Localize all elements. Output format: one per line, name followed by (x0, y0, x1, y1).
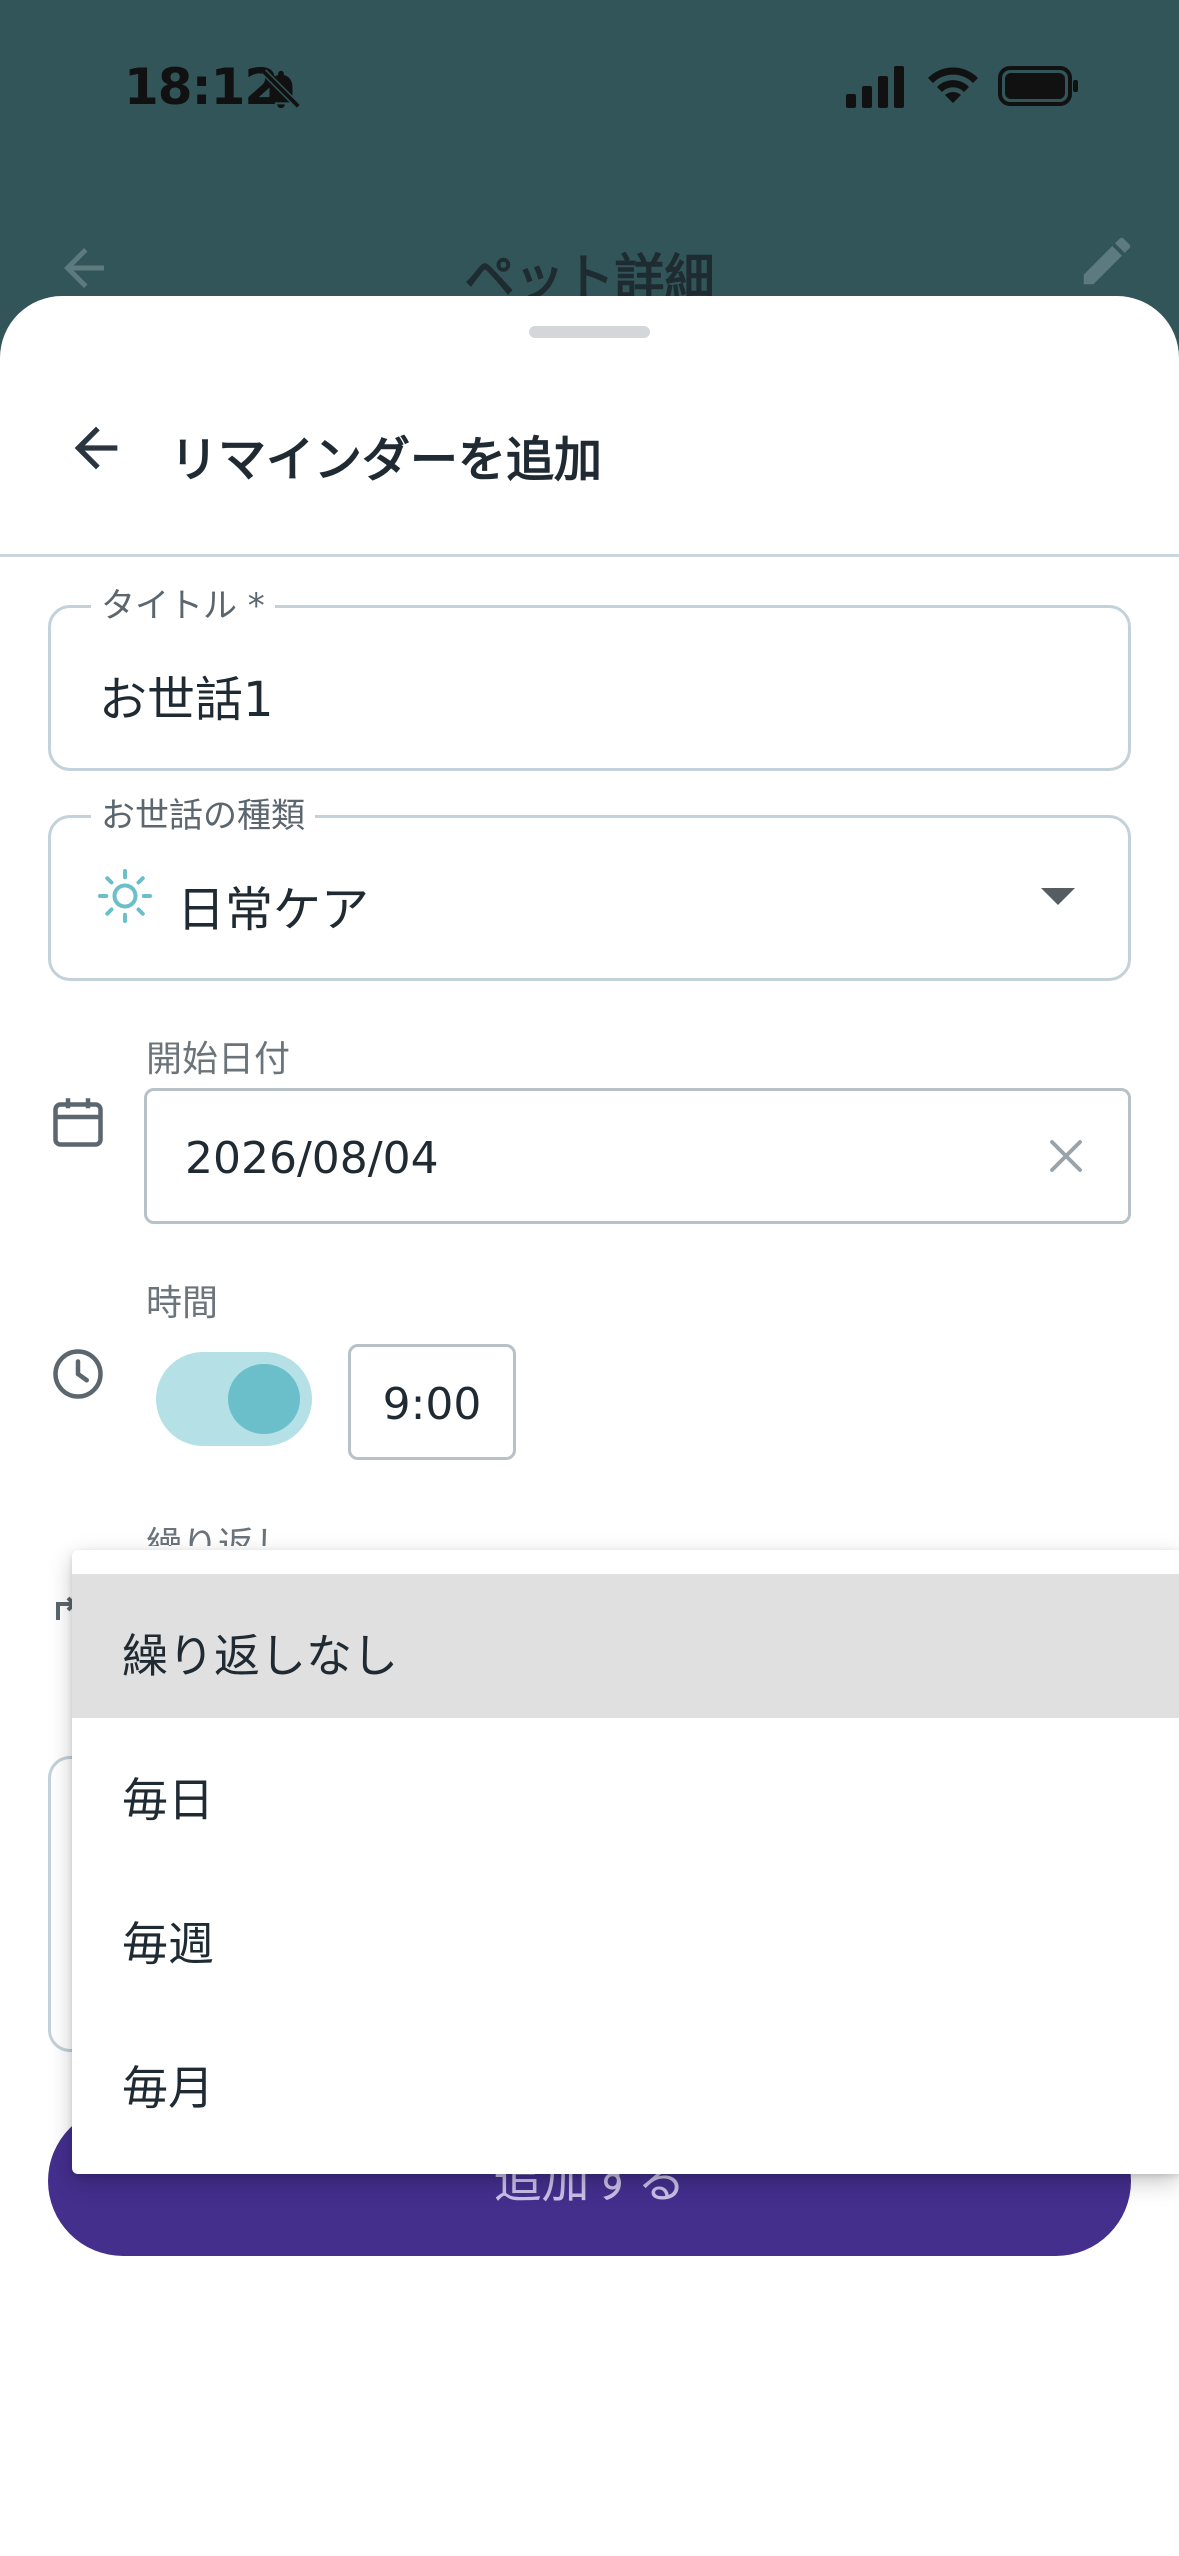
sheet-header: リマインダーを追加 (0, 396, 1179, 506)
time-toggle[interactable] (156, 1352, 312, 1446)
start-date-value: 2026/08/04 (185, 1133, 439, 1184)
menu-item-label: 毎日 (122, 1773, 214, 1827)
clear-icon[interactable] (1045, 1135, 1087, 1177)
battery-icon (998, 66, 1078, 106)
cellular-signal-icon (846, 66, 904, 108)
time-label: 時間 (146, 1283, 219, 1324)
menu-item-no-repeat[interactable]: 繰り返しなし (72, 1574, 1179, 1718)
start-date-label: 開始日付 (146, 1039, 291, 1080)
title-field-label: タイトル * (91, 586, 275, 626)
menu-item-daily[interactable]: 毎日 (72, 1718, 1179, 1862)
status-bar: 18:12 (0, 0, 1179, 180)
repeat-dropdown-menu: 繰り返しなし 毎日 毎週 毎月 (72, 1550, 1179, 2174)
time-value: 9:00 (382, 1379, 482, 1430)
care-type-select[interactable]: お世話の種類 日常ケア (48, 796, 1131, 981)
calendar-icon (53, 1098, 103, 1147)
sheet-back-arrow-icon[interactable] (64, 416, 128, 480)
start-date-field[interactable]: 2026/08/04 (144, 1088, 1131, 1224)
repeat-label: 繰り返し (146, 1525, 291, 1546)
divider (0, 554, 1179, 557)
care-type-value: 日常ケア (177, 882, 370, 938)
menu-item-label: 繰り返しなし (122, 1629, 398, 1683)
title-field[interactable]: タイトル * お世話1 (48, 586, 1131, 771)
menu-item-label: 毎週 (122, 1917, 214, 1971)
status-time: 18:12 (124, 58, 279, 116)
menu-item-weekly[interactable]: 毎週 (72, 1862, 1179, 2006)
menu-item-label: 毎月 (122, 2061, 214, 2115)
care-type-label: お世話の種類 (91, 796, 315, 836)
time-field[interactable]: 9:00 (348, 1344, 516, 1460)
title-field-value: お世話1 (99, 672, 274, 728)
wifi-icon (928, 67, 978, 103)
add-reminder-sheet: リマインダーを追加 タイトル * お世話1 お世話の種類 日常ケア 開始日付 2… (0, 296, 1179, 2556)
dropdown-caret-icon (1041, 888, 1075, 905)
sun-icon (98, 869, 152, 923)
toggle-knob (228, 1364, 300, 1434)
menu-item-monthly[interactable]: 毎月 (72, 2006, 1179, 2150)
drag-handle[interactable] (529, 326, 650, 338)
bell-off-icon (261, 69, 301, 109)
edit-pencil-icon[interactable] (1076, 230, 1138, 292)
sheet-title: リマインダーを追加 (170, 432, 603, 488)
clock-icon (53, 1349, 103, 1399)
